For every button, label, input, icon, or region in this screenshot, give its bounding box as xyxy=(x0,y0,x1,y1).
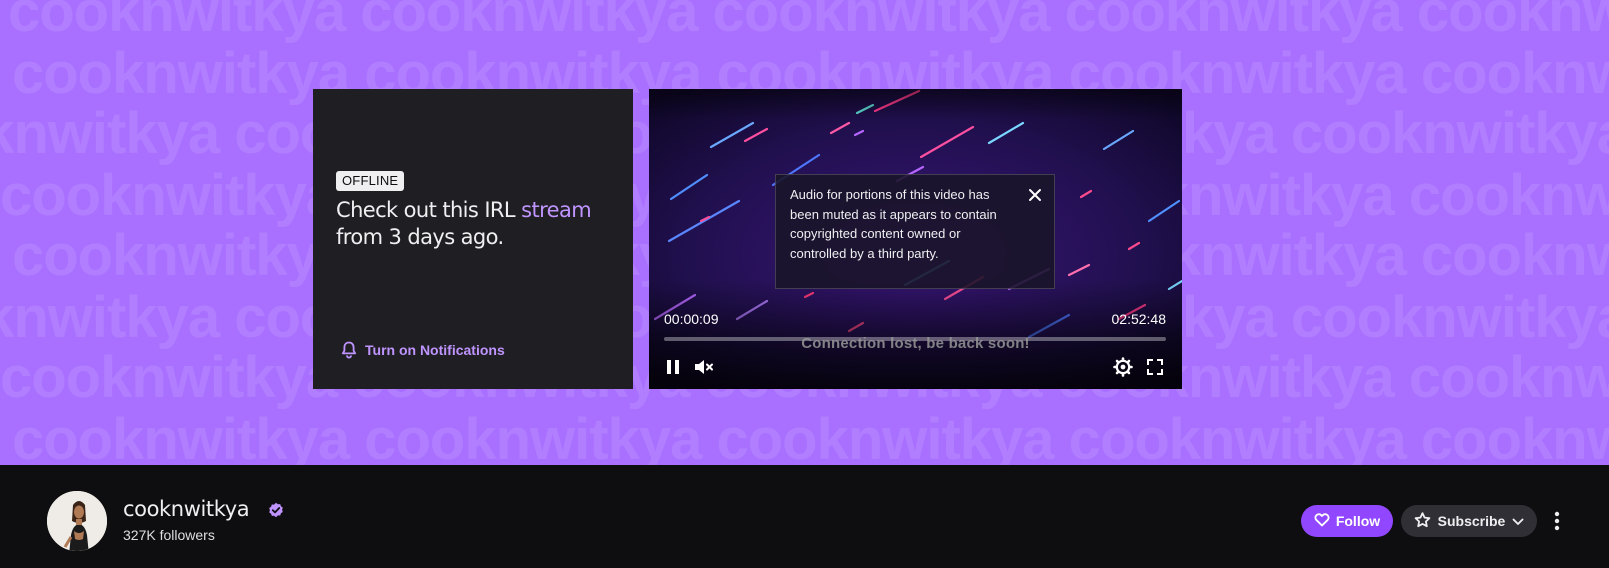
heart-icon xyxy=(1314,512,1330,530)
muted-audio-notice-text: Audio for portions of this video has bee… xyxy=(790,187,997,261)
follower-count: 327K followers xyxy=(123,527,215,543)
stream-link[interactable]: stream xyxy=(521,198,592,222)
turn-on-notifications-button[interactable]: Turn on Notifications xyxy=(341,341,505,359)
more-vertical-icon[interactable] xyxy=(1545,506,1569,536)
offline-message-suffix: from 3 days ago. xyxy=(336,225,504,249)
watermark-row: cooknwitkya cooknwitkya cooknwitkya cook… xyxy=(12,407,1609,465)
follow-button[interactable]: Follow xyxy=(1301,505,1393,537)
offline-badge: OFFLINE xyxy=(336,171,405,191)
notifications-label: Turn on Notifications xyxy=(365,342,505,358)
subscribe-button[interactable]: Subscribe xyxy=(1401,505,1537,537)
offline-message: Check out this IRL stream from 3 days ag… xyxy=(336,197,616,251)
close-icon[interactable] xyxy=(1026,186,1044,204)
total-time: 02:52:48 xyxy=(1111,311,1167,327)
channel-info-bar: cooknwitkya 327K followers Follow Subscr… xyxy=(0,465,1609,568)
avatar[interactable] xyxy=(45,489,109,553)
player-bottom-shade xyxy=(649,279,1182,389)
follow-label: Follow xyxy=(1335,513,1381,529)
current-time: 00:00:09 xyxy=(664,311,719,327)
connection-status: Connection lost, be back soon! xyxy=(801,335,1030,352)
watermark-row: cooknwitkya cooknwitkya cooknwitkya cook… xyxy=(8,0,1609,44)
muted-audio-notice: Audio for portions of this video has bee… xyxy=(775,174,1055,289)
offline-message-prefix: Check out this IRL xyxy=(336,198,516,222)
star-icon xyxy=(1414,511,1431,531)
muted-volume-icon[interactable] xyxy=(693,356,715,378)
channel-name[interactable]: cooknwitkya xyxy=(123,497,250,521)
pause-icon[interactable] xyxy=(662,356,684,378)
settings-icon[interactable] xyxy=(1112,356,1134,378)
channel-banner: cooknwitkya cooknwitkya cooknwitkya cook… xyxy=(0,0,1609,465)
fullscreen-icon[interactable] xyxy=(1144,356,1166,378)
bell-icon xyxy=(341,341,357,359)
subscribe-label: Subscribe xyxy=(1437,513,1506,529)
video-player[interactable]: Audio for portions of this video has bee… xyxy=(649,89,1182,389)
player-top-shade xyxy=(649,89,1182,119)
chevron-down-icon xyxy=(1512,513,1524,529)
offline-card: OFFLINE Check out this IRL stream from 3… xyxy=(313,89,633,389)
verified-badge-icon xyxy=(268,502,284,518)
